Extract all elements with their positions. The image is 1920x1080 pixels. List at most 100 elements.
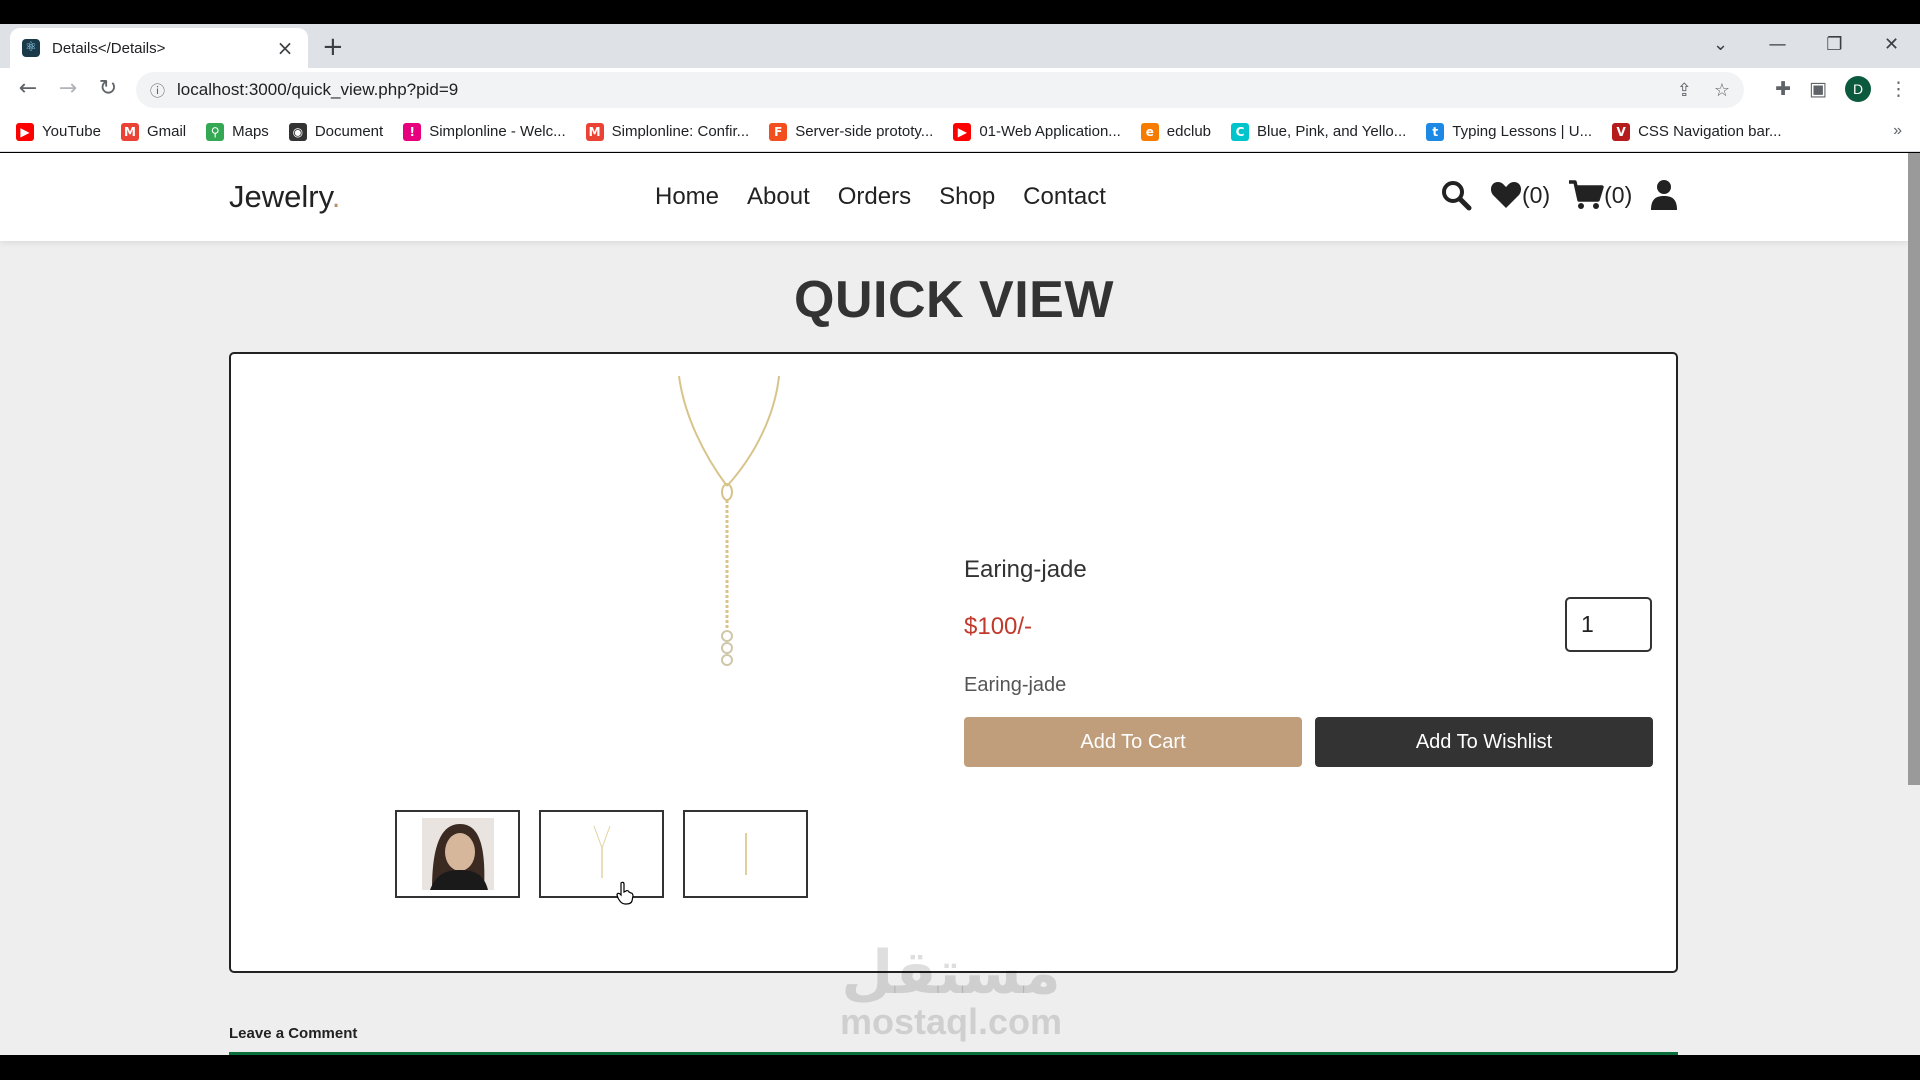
cart-link[interactable]: (0) [1568,180,1632,210]
logo-dot: . [331,179,341,214]
bookmark-item[interactable]: F Server-side prototy... [769,122,934,141]
bookmark-item[interactable]: M Gmail [120,122,187,141]
restore-button[interactable]: ❐ [1806,34,1863,55]
bookmark-label: Typing Lessons | U... [1452,123,1593,140]
bookmark-item[interactable]: ◉ Document [288,122,384,141]
site-header: Jewelry. Home About Orders Shop Contact … [0,153,1908,241]
watermark-arabic: مستقل [841,938,1061,1008]
bookmark-item[interactable]: ▶ YouTube [16,122,101,141]
address-bar[interactable]: ⓘ localhost:3000/quick_view.php?pid=9 ⇪ … [136,72,1744,108]
maps-icon: ⚲ [206,122,225,141]
nav-about[interactable]: About [747,183,810,211]
url-text[interactable]: localhost:3000/quick_view.php?pid=9 [177,80,1677,100]
search-icon[interactable] [1440,179,1472,211]
comment-label: Leave a Comment [229,1025,358,1042]
menu-icon[interactable]: ⋮ [1889,78,1908,100]
thumbnail-pendant[interactable] [683,810,808,898]
thumbnail-list [395,810,808,898]
side-panel-icon[interactable]: ▣ [1809,78,1827,100]
bookmark-item[interactable]: ▶ 01-Web Application... [953,122,1121,141]
bookmark-star-icon[interactable]: ☆ [1714,80,1730,101]
bookmark-label: Blue, Pink, and Yello... [1257,123,1407,140]
wishlist-link[interactable]: (0) [1490,180,1550,210]
cart-icon [1569,180,1604,209]
logo-text: Jewelry [229,179,332,214]
product-name: Earing-jade [964,556,1087,583]
bookmark-label: Server-side prototy... [795,123,934,140]
page-scrollbar[interactable] [1908,153,1920,785]
new-tab-button[interactable]: + [322,32,344,62]
quantity-input[interactable] [1565,597,1652,652]
thumbnail-necklace[interactable] [539,810,664,898]
forward-icon[interactable]: → [54,76,82,101]
share-icon[interactable]: ⇪ [1677,80,1692,101]
nav-orders[interactable]: Orders [838,183,911,211]
thumbnail-model-photo[interactable] [395,810,520,898]
close-window-button[interactable]: ✕ [1863,34,1920,55]
heart-icon [1490,182,1522,208]
watermark: مستقل mostaql.com [840,943,1062,1041]
youtube-icon: ▶ [16,122,34,141]
bookmark-item[interactable]: ⚲ Maps [206,122,269,141]
tab-search-icon[interactable]: ⌄ [1692,34,1749,55]
site-logo[interactable]: Jewelry. [229,179,340,215]
info-icon[interactable]: ⓘ [150,80,165,101]
close-icon[interactable]: × [274,36,296,60]
bookmark-label: Document [314,123,384,140]
reload-icon[interactable]: ↻ [94,76,122,101]
window-controls: ⌄ — ❐ ✕ [1692,24,1920,64]
add-to-wishlist-button[interactable]: Add To Wishlist [1315,717,1653,767]
bookmark-item[interactable]: V CSS Navigation bar... [1612,122,1782,141]
tab-title: Details</Details> [52,39,166,57]
nav-home[interactable]: Home [655,183,719,211]
page-title: QUICK VIEW [794,271,1114,329]
back-icon[interactable]: ← [14,76,42,101]
quick-view-box: Earing-jade $100/- Earing-jade Add To Ca… [229,352,1678,973]
bookmark-item[interactable]: t Typing Lessons | U... [1426,122,1593,141]
nav-shop[interactable]: Shop [939,183,995,211]
minimize-button[interactable]: — [1749,34,1806,55]
browser-toolbar: ← → ↻ ⓘ localhost:3000/quick_view.php?pi… [0,68,1920,112]
window-bottom-bar [0,1055,1920,1080]
bookmark-item[interactable]: ! Simplonline - Welc... [403,122,566,141]
bookmarks-bar: ▶ YouTube M Gmail ⚲ Maps ◉ Document! Simplonline… [0,112,1920,152]
mouse-cursor-icon [616,881,634,910]
more-bookmarks-icon[interactable]: » [1893,122,1902,140]
globe-icon: ◉ [288,122,307,141]
bookmark-item[interactable]: M Simplonline: Confir... [585,122,750,141]
product-details: Earing-jade [964,674,1067,696]
watermark-latin: mostaql.com [840,1001,1063,1042]
bookmark-item[interactable]: e edclub [1140,122,1211,141]
wishlist-count: (0) [1522,181,1551,208]
bookmark-label: Gmail [146,123,187,140]
simplon-icon: ! [403,122,422,141]
profile-avatar[interactable]: D [1845,76,1871,102]
browser-tab[interactable]: ⚛ Details</Details> × [10,28,308,68]
bookmark-label: Simplonline: Confir... [611,123,750,140]
bookmark-label: Simplonline - Welc... [429,123,566,140]
canva-icon: C [1231,122,1249,141]
bookmark-label: 01-Web Application... [979,123,1121,140]
gmail-icon: M [120,122,139,141]
window-top-bar [0,0,1920,24]
gmail-icon: M [585,122,604,141]
user-icon[interactable] [1650,179,1678,211]
page-viewport: Jewelry. Home About Orders Shop Contact … [0,153,1920,1055]
bookmark-label: CSS Navigation bar... [1638,123,1782,140]
add-to-cart-button[interactable]: Add To Cart [964,717,1302,767]
header-icons: (0) (0) [1440,179,1678,211]
bookmark-label: edclub [1166,123,1211,140]
tab-strip: ⚛ Details</Details> × + ⌄ — ❐ ✕ [0,24,1920,68]
bookmark-label: Maps [232,123,269,140]
extensions-icon[interactable]: ✚ [1775,78,1791,100]
nav-contact[interactable]: Contact [1023,183,1106,211]
youtube-icon: ▶ [953,122,972,141]
edclub-icon: e [1140,122,1159,141]
main-nav: Home About Orders Shop Contact [655,183,1106,211]
bookmark-item[interactable]: C Blue, Pink, and Yello... [1231,122,1407,141]
cart-count: (0) [1604,181,1633,208]
vue-icon: V [1612,122,1631,141]
bookmark-label: YouTube [42,123,101,140]
product-main-image [531,374,831,704]
react-icon: ⚛ [22,39,40,57]
